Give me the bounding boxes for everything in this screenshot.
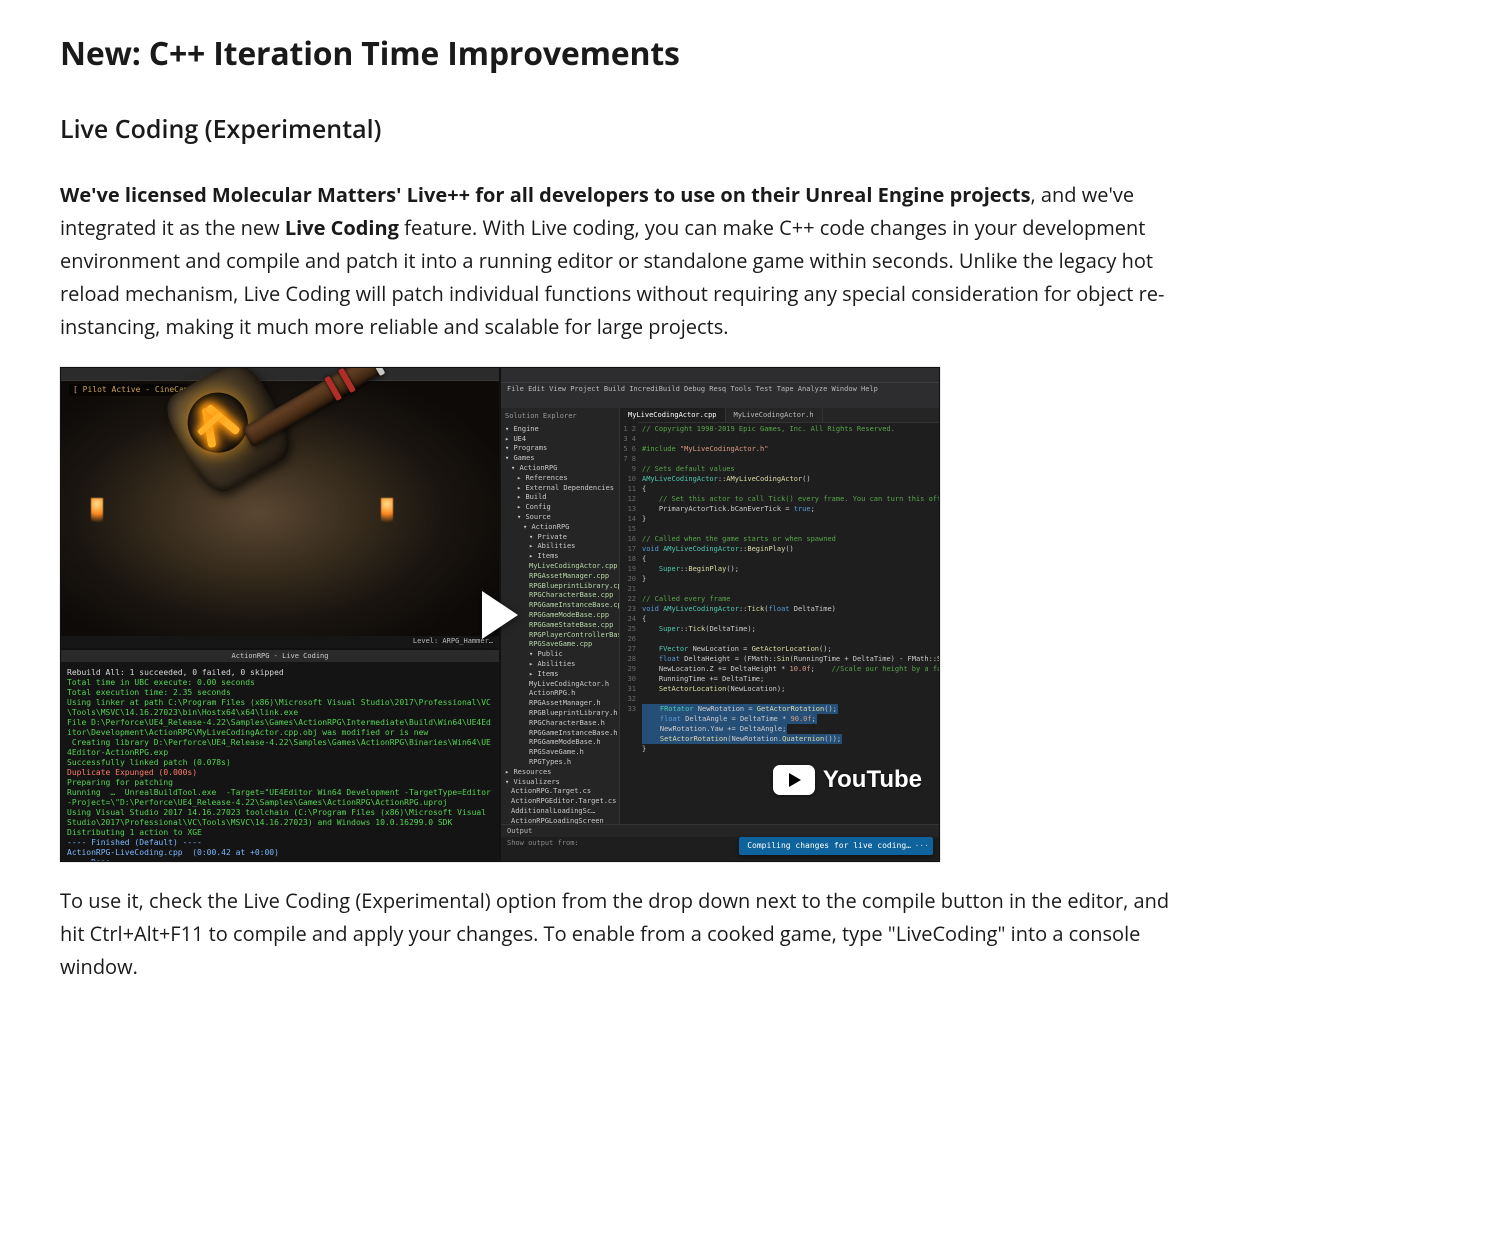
- vs-explorer-header: Solution Explorer: [505, 412, 615, 422]
- vs-menu-bar: File Edit View Project Build IncrediBuil…: [501, 383, 939, 395]
- intro-feature-bold: Live Coding: [285, 214, 399, 241]
- compiling-toast: Compiling changes for live coding…: [739, 837, 933, 855]
- play-icon[interactable]: [482, 591, 518, 639]
- vs-tab: MyLiveCodingActor.cpp: [620, 408, 726, 422]
- vs-output-from: Show output from:: [507, 839, 579, 847]
- youtube-logo-icon: [773, 765, 815, 795]
- vs-output-header: Output: [507, 827, 532, 835]
- video-pane-game: [ Pilot Active - CineCameraActor ]: [60, 367, 500, 649]
- intro-paragraph: We've licensed Molecular Matters' Live++…: [60, 178, 1190, 343]
- console-title: ActionRPG - Live Coding: [61, 650, 499, 662]
- video-pane-console: ActionRPG - Live Coding Rebuild All: 1 s…: [60, 649, 500, 862]
- vs-tab: MyLiveCodingActor.h: [726, 408, 823, 422]
- youtube-label: YouTube: [823, 760, 922, 800]
- youtube-badge[interactable]: YouTube: [773, 760, 922, 800]
- section-subheading: Live Coding (Experimental): [60, 109, 1444, 150]
- vs-output-pane: Output Show output from: Compiling chang…: [501, 824, 939, 861]
- video-thumbnail[interactable]: [ Pilot Active - CineCameraActor ]: [60, 367, 940, 862]
- page-heading: New: C++ Iteration Time Improvements: [60, 28, 1444, 81]
- console-log: Rebuild All: 1 succeeded, 0 failed, 0 sk…: [67, 668, 493, 862]
- vs-tabs: MyLiveCodingActor.cppMyLiveCodingActor.h: [620, 408, 939, 423]
- vs-solution-explorer: Solution Explorer EngineUE4ProgramsGames…: [501, 408, 620, 825]
- usage-paragraph: To use it, check the Live Coding (Experi…: [60, 884, 1190, 983]
- game-level-bar: Level: ARPG_Hammer…: [61, 636, 499, 648]
- intro-lead-bold: We've licensed Molecular Matters' Live++…: [60, 181, 1031, 208]
